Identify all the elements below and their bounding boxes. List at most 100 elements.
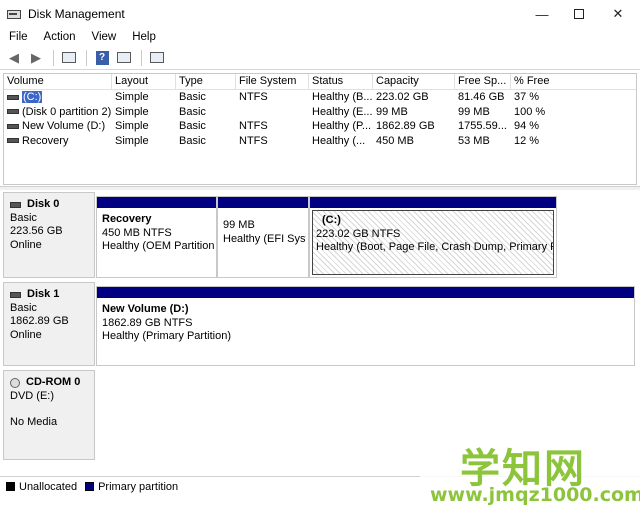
- cell-volume: Recovery: [4, 134, 112, 149]
- back-button[interactable]: ◀: [4, 48, 24, 68]
- partition-size: 450 MB NTFS: [102, 226, 172, 239]
- column-header-status[interactable]: Status: [309, 74, 373, 89]
- column-header-type[interactable]: Type: [176, 74, 236, 89]
- menu-action[interactable]: Action: [35, 31, 83, 43]
- cell-text: Recovery: [22, 134, 69, 147]
- menu-view[interactable]: View: [83, 31, 124, 43]
- cell-text: NTFS: [239, 91, 268, 103]
- disk-state: Online: [10, 328, 42, 341]
- cell-text: Basic: [179, 105, 206, 118]
- cell-type: Basic: [176, 105, 236, 120]
- cell-text: 53 MB: [458, 134, 490, 147]
- disk-label[interactable]: Disk 0 Basic 223.56 GB Online: [3, 192, 95, 278]
- forward-button[interactable]: ▶: [26, 48, 46, 68]
- help-button[interactable]: ?: [92, 48, 112, 68]
- properties-button[interactable]: [59, 48, 79, 68]
- column-header-file-system[interactable]: File System: [236, 74, 309, 89]
- cell-capacity: 223.02 GB: [373, 90, 455, 105]
- partition-status: Healthy (OEM Partition): [102, 240, 214, 252]
- cell-text: Simple: [115, 91, 149, 103]
- cell-text: 81.46 GB: [458, 91, 505, 103]
- disk-type: Basic: [10, 211, 37, 224]
- cell-text: NTFS: [239, 120, 268, 132]
- cell-file-system: NTFS: [236, 90, 309, 105]
- cell-file-system: NTFS: [236, 134, 309, 149]
- menu-help[interactable]: Help: [123, 31, 163, 43]
- partition-block-selected[interactable]: (C:) 223.02 GB NTFS Healthy (Boot, Page …: [309, 196, 557, 278]
- disk-size: 1862.89 GB: [10, 315, 69, 327]
- disk-name: Disk 1: [27, 288, 60, 300]
- cell-text: 37 %: [514, 91, 540, 103]
- cell-volume: (C:): [4, 90, 112, 105]
- primary-partition-bar: [97, 197, 216, 208]
- disk-type: DVD (E:): [10, 389, 54, 402]
- refresh-button[interactable]: [114, 48, 134, 68]
- cell-text: Healthy (B...: [312, 91, 373, 103]
- primary-partition-bar: [310, 197, 556, 208]
- cell-status: Healthy (P...: [309, 119, 373, 134]
- cell-layout: Simple: [112, 134, 176, 149]
- back-arrow-icon: ◀: [9, 49, 19, 65]
- volume-drive-icon: [7, 123, 19, 129]
- disk-name: CD-ROM 0: [26, 376, 81, 388]
- toolbar-divider: [141, 49, 142, 66]
- toolbar: ◀ ▶ ?: [0, 46, 640, 70]
- cell-text: 99 MB: [458, 105, 490, 118]
- refresh-icon: [117, 52, 131, 63]
- column-header-capacity[interactable]: Capacity: [373, 74, 455, 89]
- volume-drive-icon: [7, 138, 19, 144]
- partition-name: New Volume (D:): [102, 303, 189, 315]
- volume-row[interactable]: (C:) Simple Basic NTFS Healthy (B... 223.02 G…: [4, 90, 636, 105]
- hard-disk-icon: [10, 201, 21, 208]
- partition-size: 223.02 GB NTFS: [316, 227, 401, 240]
- volume-row[interactable]: (Disk 0 partition 2) Simple Basic Healthy (…: [4, 105, 636, 120]
- menu-file[interactable]: File: [0, 31, 35, 43]
- cell-text: 99 MB: [376, 105, 408, 118]
- hard-disk-icon: [10, 291, 21, 298]
- cell-type: Basic: [176, 90, 236, 105]
- disk-management-icon: [6, 7, 22, 21]
- disk-label[interactable]: Disk 1 Basic 1862.89 GB Online: [3, 282, 95, 366]
- cell-layout: Simple: [112, 105, 176, 120]
- cell-text: 12 %: [514, 134, 540, 147]
- disk-size: 223.56 GB: [10, 225, 63, 237]
- legend-swatch: [6, 482, 15, 491]
- properties-icon: [62, 52, 76, 63]
- close-icon: ✕: [612, 6, 624, 21]
- primary-partition-bar: [218, 197, 308, 208]
- column-header-layout[interactable]: Layout: [112, 74, 176, 89]
- disk-label[interactable]: CD-ROM 0 DVD (E:) No Media: [3, 370, 95, 460]
- console-button[interactable]: [147, 48, 167, 68]
- minimize-icon: —: [535, 6, 549, 22]
- partition-size: 99 MB: [223, 219, 255, 231]
- volume-row[interactable]: New Volume (D:) Simple Basic NTFS Healthy (P…: [4, 119, 636, 134]
- cell-file-system: NTFS: [236, 119, 309, 134]
- volume-row[interactable]: Recovery Simple Basic NTFS Healthy (... 450 M…: [4, 134, 636, 149]
- partition-block[interactable]: Recovery 450 MB NTFS Healthy (OEM Partit…: [96, 196, 217, 278]
- cell-text: Simple: [115, 134, 149, 147]
- volume-list: Volume Layout Type File System Status Ca…: [3, 73, 637, 185]
- partition-block[interactable]: New Volume (D:) 1862.89 GB NTFS Healthy …: [96, 286, 635, 366]
- cell-capacity: 1862.89 GB: [373, 119, 455, 134]
- cell-percent-free: 100 %: [511, 105, 636, 120]
- cell-status: Healthy (...: [309, 134, 373, 149]
- cell-text: Healthy (E...: [312, 105, 373, 118]
- close-button[interactable]: ✕: [595, 0, 640, 28]
- cell-volume: New Volume (D:): [4, 119, 112, 134]
- cell-text: Simple: [115, 120, 149, 132]
- partition-block[interactable]: 99 MB Healthy (EFI Syste: [217, 196, 309, 278]
- cell-free-space: 53 MB: [455, 134, 511, 149]
- volume-drive-icon: [7, 94, 19, 100]
- column-header-volume[interactable]: Volume: [4, 74, 112, 89]
- cell-text: (Disk 0 partition 2): [22, 105, 112, 118]
- column-header-percent-free[interactable]: % Free: [511, 74, 636, 89]
- column-header-free-space[interactable]: Free Sp...: [455, 74, 511, 89]
- watermark: 学知网 www.jmqz1000.com: [420, 430, 640, 515]
- partition-status: Healthy (Primary Partition): [102, 330, 231, 342]
- disk-state: No Media: [10, 416, 58, 428]
- disk-view: Disk 0 Basic 223.56 GB Online Recovery 4…: [3, 190, 637, 462]
- partition-name: (C:): [322, 214, 341, 226]
- menu-bar: File Action View Help: [0, 28, 640, 46]
- cd-rom-icon: [10, 377, 20, 388]
- volume-list-header: Volume Layout Type File System Status Ca…: [4, 74, 636, 90]
